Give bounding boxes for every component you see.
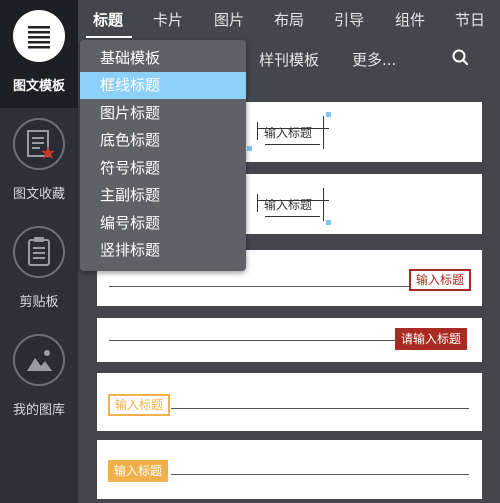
subtab-more[interactable]: 更多... [352, 49, 396, 70]
title-frame-line [265, 144, 320, 145]
sidebar-item-favorites[interactable]: 图文收藏 [0, 108, 78, 216]
title-frame-tick [323, 116, 324, 149]
tab-guide[interactable]: 引导 [334, 9, 364, 30]
dropdown-item-basic[interactable]: 基础模板 [80, 45, 246, 72]
selection-handle [247, 146, 252, 151]
sidebar-item-templates[interactable]: 图文模板 [0, 0, 78, 108]
title-rule-line [109, 286, 409, 287]
dropdown-item-background[interactable]: 底色标题 [80, 127, 246, 154]
dropdown-item-vertical[interactable]: 竖排标题 [80, 237, 246, 264]
template-title-text: 输入标题 [108, 460, 169, 482]
search-icon[interactable] [450, 47, 472, 69]
template-title-text: 输入标题 [409, 269, 472, 291]
title-frame-tick [323, 188, 324, 221]
image-gallery-icon [13, 334, 65, 386]
tab-title[interactable]: 标题 [93, 9, 123, 30]
tab-holiday[interactable]: 节日 [455, 9, 485, 30]
sidebar-label-favorites: 图文收藏 [12, 187, 65, 202]
dropdown-item-main-sub[interactable]: 主副标题 [80, 182, 246, 209]
sidebar-label-clipboard: 剪贴板 [19, 295, 59, 310]
clipboard-icon [13, 226, 65, 278]
title-rule-line [171, 474, 469, 475]
dropdown-item-number[interactable]: 编号标题 [80, 210, 246, 237]
left-sidebar: 图文模板 图文收藏 剪贴板 我的图库 [0, 0, 78, 503]
template-title-text: 请输入标题 [395, 328, 468, 350]
template-card-line-filled-red[interactable]: 请输入标题 [97, 318, 482, 362]
top-tab-bar: 标题 卡片 图片 布局 引导 组件 节日 [78, 0, 500, 38]
sidebar-item-clipboard[interactable]: 剪贴板 [0, 216, 78, 324]
dropdown-item-symbol[interactable]: 符号标题 [80, 155, 246, 182]
template-list-icon [13, 10, 65, 62]
dropdown-item-image[interactable]: 图片标题 [80, 100, 246, 127]
title-rule-line [171, 408, 469, 409]
sidebar-item-gallery[interactable]: 我的图库 [0, 324, 78, 432]
tab-layout[interactable]: 布局 [274, 9, 304, 30]
dropdown-item-frame[interactable]: 框线标题 [80, 72, 246, 99]
template-title-text: 输入标题 [264, 198, 313, 212]
favorites-star-icon [13, 118, 65, 170]
template-card-boxed-orange[interactable]: 输入标题 [97, 373, 482, 431]
template-card-filled-orange[interactable]: 输入标题 [97, 440, 482, 499]
selection-handle [326, 112, 331, 117]
tab-card[interactable]: 卡片 [153, 9, 183, 30]
title-frame-line [265, 216, 320, 217]
sidebar-label-gallery: 我的图库 [12, 403, 65, 418]
template-title-text: 输入标题 [264, 126, 313, 140]
title-rule-line [109, 340, 399, 341]
sidebar-label-templates: 图文模板 [12, 79, 65, 94]
title-frame-tick [257, 122, 258, 140]
subtab-journal-template[interactable]: 样刊模板 [259, 49, 319, 70]
tab-image[interactable]: 图片 [214, 9, 244, 30]
title-category-dropdown: 基础模板 框线标题 图片标题 底色标题 符号标题 主副标题 编号标题 竖排标题 [80, 40, 246, 271]
template-title-text: 输入标题 [108, 394, 171, 416]
selection-handle [326, 220, 331, 225]
title-frame-tick [257, 194, 258, 212]
tab-component[interactable]: 组件 [395, 9, 425, 30]
